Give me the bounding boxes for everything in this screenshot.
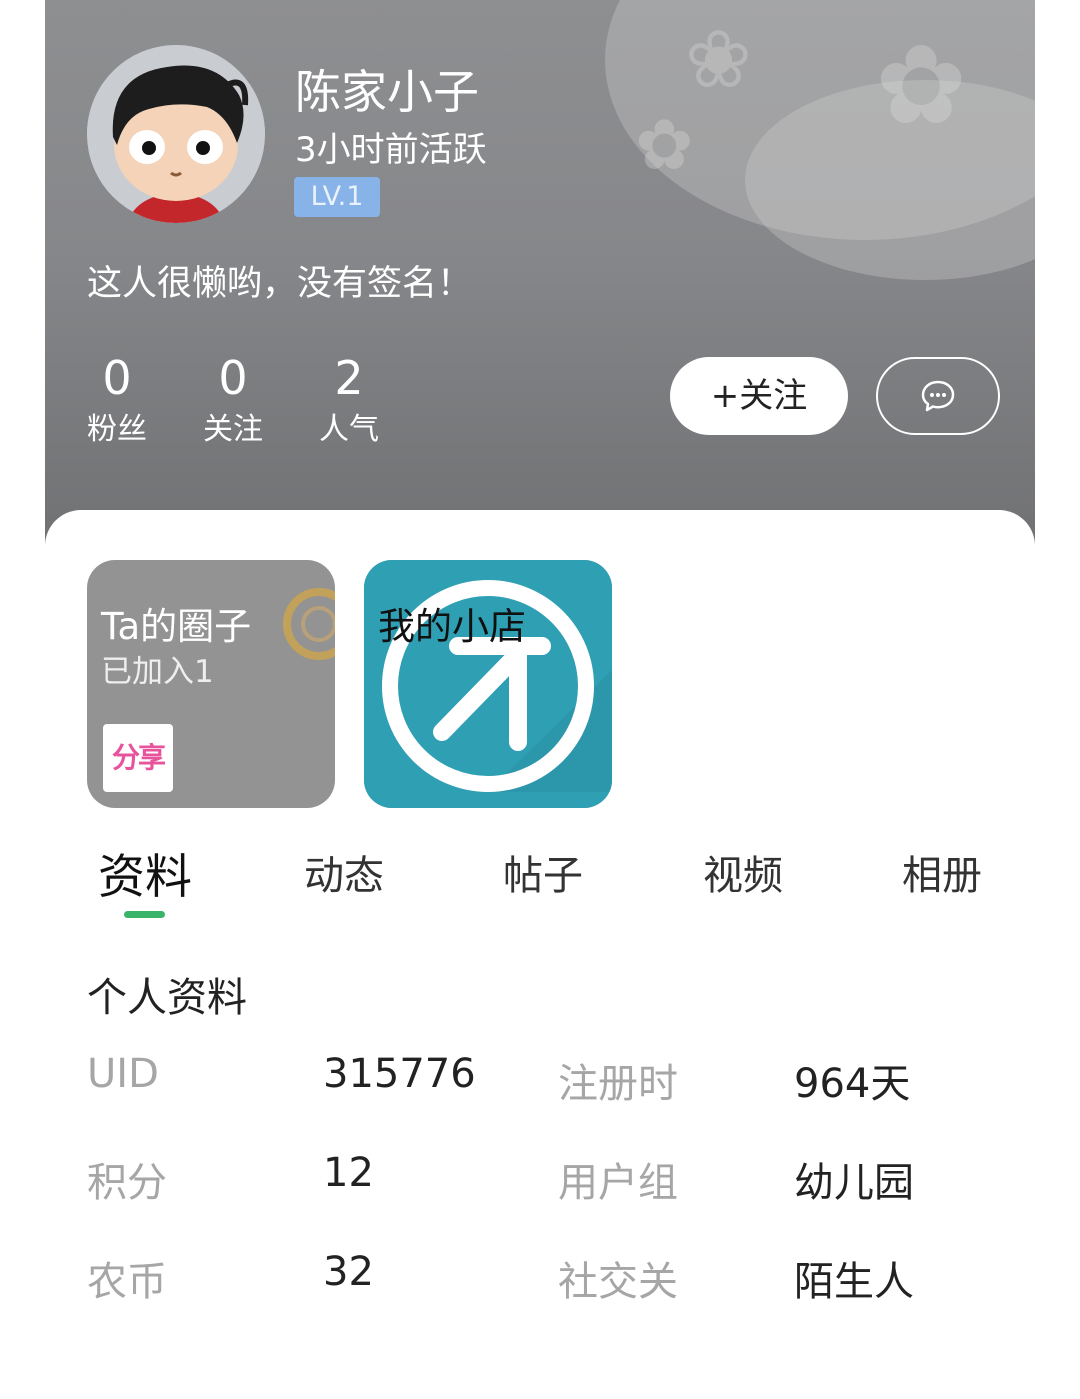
stat-following[interactable]: 0 关注	[183, 350, 283, 450]
username: 陈家小子	[295, 65, 479, 119]
info-value-registered: 964天	[794, 1061, 911, 1107]
stat-label: 关注	[203, 412, 263, 447]
info-value-coins: 32	[323, 1249, 374, 1295]
active-tab-indicator	[124, 911, 165, 918]
chat-bubble-icon	[921, 380, 955, 412]
signature-text: 这人很懒哟，没有签名！	[87, 264, 473, 304]
stat-value: 0	[218, 351, 248, 405]
section-title: 个人资料	[87, 975, 247, 1021]
shop-card[interactable]: 我的小店	[364, 560, 612, 808]
stat-popularity[interactable]: 2 人气	[299, 350, 399, 450]
ring-decoration	[301, 606, 335, 642]
profile-screen: ✿ ✿ ❀ 陈家小子 3小时前活跃 LV.1 这人很懒哟，没有签名！ 0 粉丝	[0, 0, 1080, 1399]
info-label-user-group: 用户组	[558, 1160, 678, 1206]
tab-videos[interactable]: 视频	[663, 843, 823, 901]
circle-card[interactable]: Ta的圈子 已加入1 分享	[87, 560, 335, 808]
circle-card-subtitle: 已加入1	[101, 654, 214, 690]
tab-albums[interactable]: 相册	[862, 843, 1022, 901]
stat-label: 粉丝	[87, 412, 147, 447]
tab-posts[interactable]: 帖子	[463, 843, 623, 901]
shop-card-title: 我的小店	[378, 605, 526, 648]
info-value-uid: 315776	[323, 1051, 476, 1097]
info-value-relationship: 陌生人	[794, 1259, 914, 1305]
share-thumbnail: 分享	[103, 724, 173, 792]
flower-decoration: ✿	[635, 104, 694, 186]
info-value-points: 12	[323, 1150, 374, 1196]
info-label-points: 积分	[87, 1160, 167, 1206]
stat-value: 0	[102, 351, 132, 405]
last-active-time: 3小时前活跃	[295, 130, 487, 170]
info-value-user-group: 幼儿园	[794, 1160, 914, 1206]
tab-profile[interactable]: 资料	[65, 838, 225, 907]
avatar[interactable]	[87, 45, 265, 223]
cartoon-boy-avatar-icon	[87, 45, 265, 223]
info-label-relationship: 社交关	[558, 1259, 678, 1305]
message-button[interactable]	[876, 357, 1000, 435]
follow-button[interactable]: +关注	[670, 357, 848, 435]
stat-fans[interactable]: 0 粉丝	[67, 350, 167, 450]
stat-value: 2	[334, 351, 364, 405]
tab-activity[interactable]: 动态	[264, 843, 424, 901]
info-label-coins: 农币	[87, 1259, 167, 1305]
level-badge: LV.1	[294, 177, 380, 217]
info-label-registered: 注册时	[558, 1061, 678, 1107]
flower-decoration: ❀	[685, 13, 753, 106]
circle-card-title: Ta的圈子	[101, 605, 252, 648]
profile-header: ✿ ✿ ❀ 陈家小子 3小时前活跃 LV.1 这人很懒哟，没有签名！ 0 粉丝	[45, 0, 1035, 560]
info-label-uid: UID	[87, 1051, 159, 1097]
stat-label: 人气	[319, 412, 379, 447]
flower-decoration: ✿	[875, 21, 968, 149]
